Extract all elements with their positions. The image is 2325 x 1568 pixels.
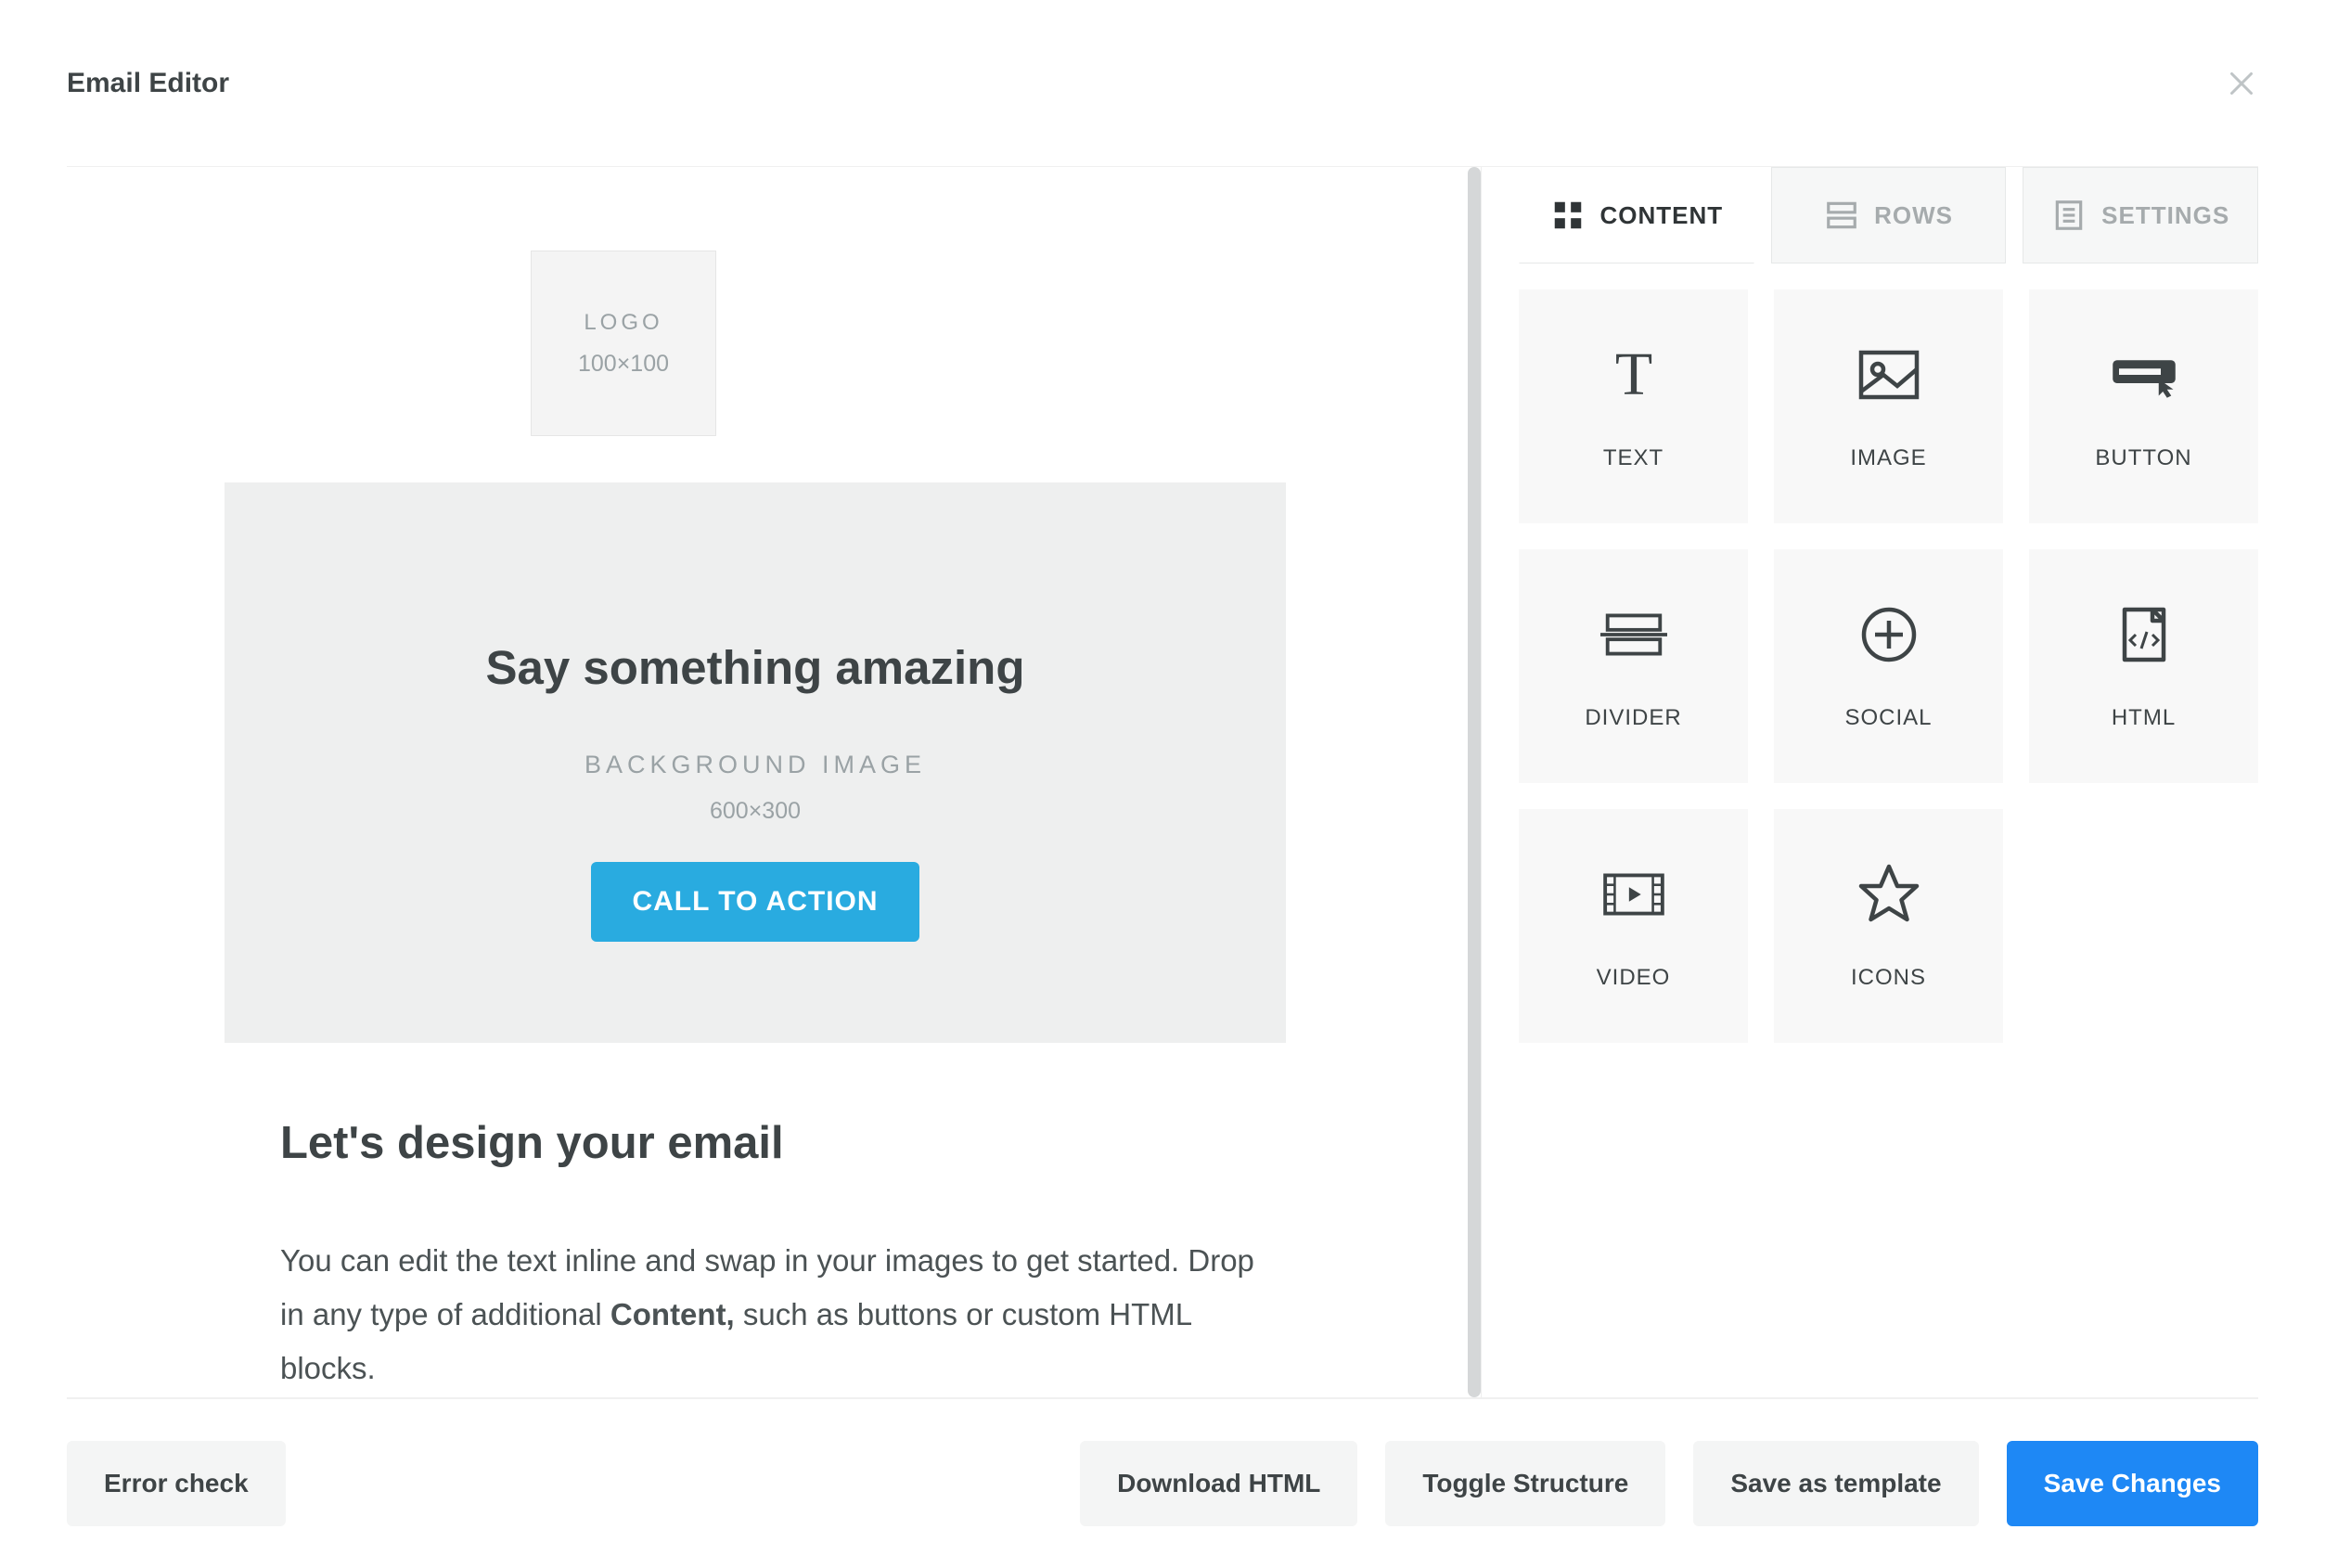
logo-label: LOGO: [584, 310, 662, 336]
block-social[interactable]: SOCIAL: [1774, 549, 2003, 783]
page-icon: [2051, 198, 2087, 233]
block-image-label: IMAGE: [1850, 445, 1926, 471]
block-divider[interactable]: DIVIDER: [1519, 549, 1748, 783]
block-html-label: HTML: [2112, 705, 2176, 731]
tab-content[interactable]: CONTENT: [1519, 167, 1754, 263]
block-icons-label: ICONS: [1851, 965, 1926, 991]
block-video-label: VIDEO: [1597, 965, 1671, 991]
cta-button[interactable]: CALL TO ACTION: [591, 862, 918, 942]
logo-placeholder[interactable]: LOGO 100×100: [531, 251, 716, 436]
video-icon: [1600, 861, 1667, 928]
footer: Error check Download HTML Toggle Structu…: [67, 1397, 2258, 1568]
sidebar-tabs: CONTENT ROWS SETTINGS: [1519, 167, 2258, 263]
block-button[interactable]: BUTTON: [2029, 289, 2258, 523]
content-blocks: T TEXT IMAGE BUTTON DIVIDER SO: [1519, 263, 2258, 1043]
download-html-button[interactable]: Download HTML: [1080, 1441, 1357, 1526]
close-icon: [2225, 67, 2258, 100]
error-check-button[interactable]: Error check: [67, 1441, 286, 1526]
social-icon: [1856, 601, 1922, 668]
html-icon: [2111, 601, 2177, 668]
block-video[interactable]: VIDEO: [1519, 809, 1748, 1043]
section-heading[interactable]: Let's design your email: [280, 1117, 1286, 1169]
image-icon: [1856, 341, 1922, 408]
block-text[interactable]: T TEXT: [1519, 289, 1748, 523]
block-image[interactable]: IMAGE: [1774, 289, 2003, 523]
tab-settings-label: SETTINGS: [2101, 201, 2229, 230]
tab-content-label: CONTENT: [1600, 201, 1724, 230]
save-changes-button[interactable]: Save Changes: [2007, 1441, 2258, 1526]
section-body[interactable]: You can edit the text inline and swap in…: [280, 1234, 1282, 1394]
app-title: Email Editor: [67, 68, 229, 99]
toggle-structure-button[interactable]: Toggle Structure: [1385, 1441, 1665, 1526]
email-canvas[interactable]: LOGO 100×100 Say something amazing BACKG…: [67, 167, 1481, 1397]
hero-dimensions: 600×300: [710, 798, 801, 825]
tab-rows-label: ROWS: [1874, 201, 1953, 230]
close-button[interactable]: [2225, 67, 2258, 100]
block-button-label: BUTTON: [2095, 445, 2191, 471]
svg-text:T: T: [1614, 341, 1651, 408]
rows-icon: [1824, 198, 1859, 233]
save-template-button[interactable]: Save as template: [1693, 1441, 1978, 1526]
tab-rows[interactable]: ROWS: [1771, 167, 2007, 263]
block-social-label: SOCIAL: [1844, 705, 1932, 731]
tab-settings[interactable]: SETTINGS: [2023, 167, 2258, 263]
grid-icon: [1550, 198, 1586, 233]
block-text-label: TEXT: [1603, 445, 1663, 471]
divider-icon: [1600, 601, 1667, 668]
button-icon: [2111, 341, 2177, 408]
block-icons[interactable]: ICONS: [1774, 809, 2003, 1043]
hero-block[interactable]: Say something amazing BACKGROUND IMAGE 6…: [225, 482, 1286, 1043]
star-icon: [1856, 861, 1922, 928]
logo-dimensions: 100×100: [578, 351, 669, 378]
header: Email Editor: [67, 0, 2258, 167]
block-divider-label: DIVIDER: [1585, 705, 1681, 731]
body-bold: Content,: [610, 1297, 735, 1331]
hero-headline[interactable]: Say something amazing: [486, 640, 1025, 695]
hero-bg-label: BACKGROUND IMAGE: [584, 751, 926, 779]
block-html[interactable]: HTML: [2029, 549, 2258, 783]
text-icon: T: [1600, 341, 1667, 408]
canvas-scrollbar[interactable]: [1468, 167, 1481, 1397]
sidebar: CONTENT ROWS SETTINGS T TEXT: [1481, 167, 2258, 1397]
